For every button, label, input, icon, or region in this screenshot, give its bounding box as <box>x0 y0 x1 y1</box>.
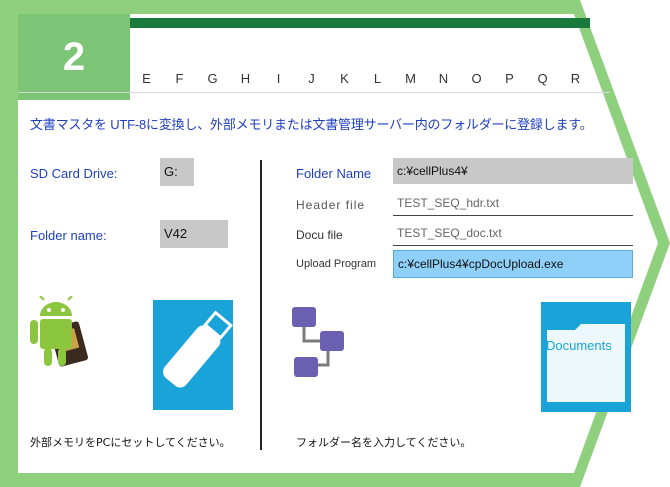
column-header[interactable]: L <box>361 68 394 90</box>
folder-name-field[interactable]: c:¥cellPlus4¥ <box>393 158 633 184</box>
column-header[interactable]: R <box>559 68 592 90</box>
sd-card-label: SD Card Drive: <box>30 166 118 181</box>
documents-label: Documents <box>546 338 612 353</box>
docu-file-field[interactable]: TEST_SEQ_doc.txt <box>393 220 633 246</box>
usb-drive-icon <box>153 300 233 410</box>
column-header[interactable]: Q <box>526 68 559 90</box>
column-header[interactable]: K <box>328 68 361 90</box>
header-file-label: Header file <box>296 198 366 212</box>
right-note: フォルダー名を入力してください。 <box>296 436 472 449</box>
vertical-divider <box>260 160 262 450</box>
column-header[interactable]: I <box>262 68 295 90</box>
folder-name-field-label: Folder Name <box>296 166 372 181</box>
docu-file-label: Docu file <box>296 228 343 242</box>
column-header[interactable]: M <box>394 68 427 90</box>
sheet-header-bar <box>130 18 590 28</box>
folder-structure-icon <box>292 307 344 377</box>
column-header[interactable]: J <box>295 68 328 90</box>
documents-folder-icon <box>541 302 631 412</box>
column-header[interactable]: E <box>130 68 163 90</box>
column-headers: E F G H I J K L M N O P Q R <box>130 68 592 90</box>
column-header[interactable]: O <box>460 68 493 90</box>
step-number: 2 <box>62 34 86 79</box>
sheet-divider <box>18 92 610 93</box>
column-header[interactable]: G <box>196 68 229 90</box>
column-header[interactable]: N <box>427 68 460 90</box>
folder-name-label: Folder name: <box>30 228 107 243</box>
column-header[interactable]: P <box>493 68 526 90</box>
upload-program-field[interactable]: c:¥cellPlus4¥cpDocUpload.exe <box>393 250 633 278</box>
column-header[interactable]: H <box>229 68 262 90</box>
column-header[interactable]: F <box>163 68 196 90</box>
upload-program-label: Upload Program <box>296 258 377 270</box>
left-note: 外部メモリをPCにセットしてください。 <box>30 436 231 449</box>
folder-name-value[interactable]: V42 <box>160 220 228 248</box>
instruction-text: 文書マスタを UTF-8に変換し、外部メモリまたは文書管理サーバー内のフォルダー… <box>30 117 593 132</box>
header-file-field[interactable]: TEST_SEQ_hdr.txt <box>393 190 633 216</box>
step-badge: 2 <box>18 14 130 100</box>
sd-card-value[interactable]: G: <box>160 158 194 186</box>
android-sd-icon <box>30 296 88 367</box>
